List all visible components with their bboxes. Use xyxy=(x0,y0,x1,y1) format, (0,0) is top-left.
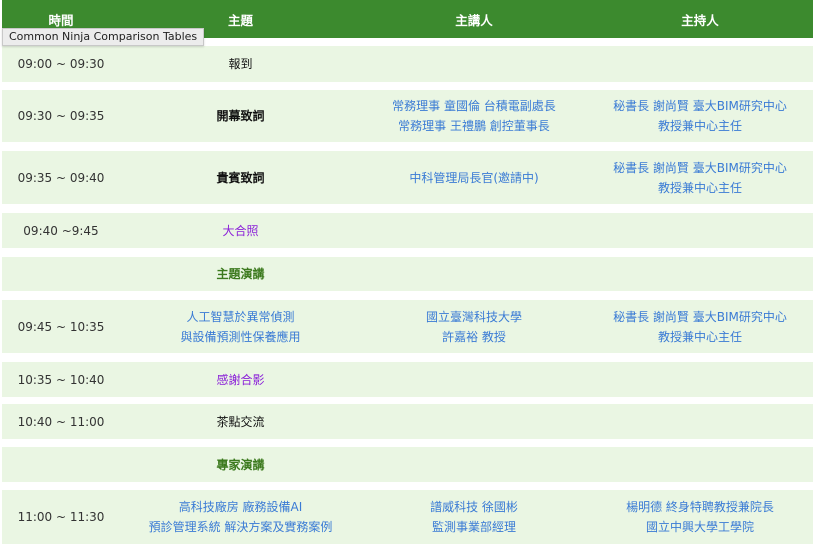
host-line: 秘書長 謝尚賢 臺大BIM研究中心 xyxy=(613,161,787,175)
speaker-line: 譜威科技 徐國彬 xyxy=(430,500,518,514)
time-cell: 09:00 ~ 09:30 xyxy=(2,46,120,82)
speaker-line: 許嘉裕 教授 xyxy=(442,329,506,344)
host-cell: 楊明德 終身特聘教授兼院長 國立中興大學工學院 xyxy=(587,490,813,544)
topic-line: 大合照 xyxy=(222,223,259,238)
table-row: 09:40 ~9:45 大合照 xyxy=(2,213,813,248)
topic-cell: 貴賓致詞 xyxy=(120,151,361,204)
time-cell: 09:30 ~ 09:35 xyxy=(2,90,120,142)
time-cell: 11:00 ~ 11:30 xyxy=(2,490,120,544)
time-text: 09:45 ~ 10:35 xyxy=(17,319,105,334)
speaker-cell xyxy=(361,362,587,397)
topic-cell: 主題演講 xyxy=(120,257,361,291)
topic-line: 高科技廠房 廠務設備AI xyxy=(178,500,303,514)
topic-line: 貴賓致詞 xyxy=(216,170,265,185)
time-text: 10:40 ~ 11:00 xyxy=(17,414,105,429)
time-cell: 10:40 ~ 11:00 xyxy=(2,404,120,439)
host-cell: 秘書長 謝尚賢 臺大BIM研究中心 教授兼中心主任 xyxy=(587,90,813,142)
topic-cell: 高科技廠房 廠務設備AI 預診管理系統 解決方案及實務案例 xyxy=(120,490,361,544)
time-text: 10:35 ~ 10:40 xyxy=(17,372,105,387)
header-topic: 主題 xyxy=(227,13,253,28)
host-cell xyxy=(587,404,813,439)
topic-cell: 專家演講 xyxy=(120,447,361,482)
host-cell xyxy=(587,213,813,248)
topic-cell: 大合照 xyxy=(120,213,361,248)
topic-line: 開幕致詞 xyxy=(216,109,265,123)
topic-line: 感謝合影 xyxy=(216,372,265,387)
section-title: 專家演講 xyxy=(216,457,265,472)
speaker-cell: 國立臺灣科技大學 許嘉裕 教授 xyxy=(361,300,587,353)
topic-line: 人工智慧於異常偵測 xyxy=(186,309,295,324)
topic-cell: 茶點交流 xyxy=(120,404,361,439)
topic-line: 茶點交流 xyxy=(216,414,265,429)
topic-cell: 報到 xyxy=(120,46,361,82)
host-cell: 秘書長 謝尚賢 臺大BIM研究中心 教授兼中心主任 xyxy=(587,151,813,204)
speaker-cell xyxy=(361,46,587,82)
host-cell: 秘書長 謝尚賢 臺大BIM研究中心 教授兼中心主任 xyxy=(587,300,813,353)
header-speaker: 主講人 xyxy=(455,13,493,28)
speaker-cell xyxy=(361,447,587,482)
time-text: 09:35 ~ 09:40 xyxy=(17,170,105,185)
time-text: 09:30 ~ 09:35 xyxy=(17,109,105,123)
host-line: 國立中興大學工學院 xyxy=(645,520,754,534)
time-text: 09:00 ~ 09:30 xyxy=(17,57,105,71)
topic-cell: 人工智慧於異常偵測 與設備預測性保養應用 xyxy=(120,300,361,353)
speaker-cell xyxy=(361,257,587,291)
host-line: 教授兼中心主任 xyxy=(657,329,742,344)
speaker-line: 常務理事 王禮鵬 創控董事長 xyxy=(398,119,550,133)
speaker-cell: 譜威科技 徐國彬 監測事業部經理 xyxy=(361,490,587,544)
host-line: 秘書長 謝尚賢 臺大BIM研究中心 xyxy=(613,309,787,324)
host-cell xyxy=(587,257,813,291)
time-cell: 09:40 ~9:45 xyxy=(2,213,120,248)
table-row: 09:35 ~ 09:40 貴賓致詞 中科管理局長官(邀請中) 秘書長 謝尚賢 … xyxy=(2,151,813,204)
speaker-cell xyxy=(361,404,587,439)
speaker-cell: 常務理事 童國倫 台積電副處長 常務理事 王禮鵬 創控董事長 xyxy=(361,90,587,142)
table-row: 09:45 ~ 10:35 人工智慧於異常偵測 與設備預測性保養應用 國立臺灣科… xyxy=(2,300,813,353)
host-line: 楊明德 終身特聘教授兼院長 xyxy=(626,500,774,514)
host-line: 教授兼中心主任 xyxy=(657,119,742,133)
table-row: 09:30 ~ 09:35 開幕致詞 常務理事 童國倫 台積電副處長 常務理事 … xyxy=(2,90,813,142)
time-text: 11:00 ~ 11:30 xyxy=(17,510,105,524)
table-row: 專家演講 xyxy=(2,447,813,482)
topic-line: 與設備預測性保養應用 xyxy=(180,329,301,344)
time-cell xyxy=(2,257,120,291)
table-row: 09:00 ~ 09:30 報到 xyxy=(2,46,813,82)
speaker-cell: 中科管理局長官(邀請中) xyxy=(361,151,587,204)
speaker-line: 監測事業部經理 xyxy=(431,520,516,534)
speaker-line: 中科管理局長官(邀請中) xyxy=(409,170,539,185)
header-time: 時間 xyxy=(48,13,74,28)
speaker-cell xyxy=(361,213,587,248)
host-cell xyxy=(587,447,813,482)
section-title: 主題演講 xyxy=(216,267,265,281)
time-cell: 10:35 ~ 10:40 xyxy=(2,362,120,397)
topic-line: 報到 xyxy=(228,57,253,71)
tooltip: Common Ninja Comparison Tables xyxy=(2,28,205,46)
speaker-line: 國立臺灣科技大學 xyxy=(425,309,522,324)
time-cell: 09:45 ~ 10:35 xyxy=(2,300,120,353)
host-line: 教授兼中心主任 xyxy=(657,181,742,195)
time-cell: 09:35 ~ 09:40 xyxy=(2,151,120,204)
time-cell xyxy=(2,447,120,482)
host-cell xyxy=(587,46,813,82)
table-row: 10:40 ~ 11:00 茶點交流 xyxy=(2,404,813,439)
header-host: 主持人 xyxy=(681,13,719,28)
topic-line: 預診管理系統 解決方案及實務案例 xyxy=(148,520,333,534)
table-row: 主題演講 xyxy=(2,257,813,291)
table-row: 11:00 ~ 11:30 高科技廠房 廠務設備AI 預診管理系統 解決方案及實… xyxy=(2,490,813,544)
host-line: 秘書長 謝尚賢 臺大BIM研究中心 xyxy=(613,99,787,113)
time-text: 09:40 ~9:45 xyxy=(23,223,99,238)
speaker-line: 常務理事 童國倫 台積電副處長 xyxy=(392,99,556,113)
topic-cell: 開幕致詞 xyxy=(120,90,361,142)
topic-cell: 感謝合影 xyxy=(120,362,361,397)
host-cell xyxy=(587,362,813,397)
table-row: 10:35 ~ 10:40 感謝合影 xyxy=(2,362,813,397)
